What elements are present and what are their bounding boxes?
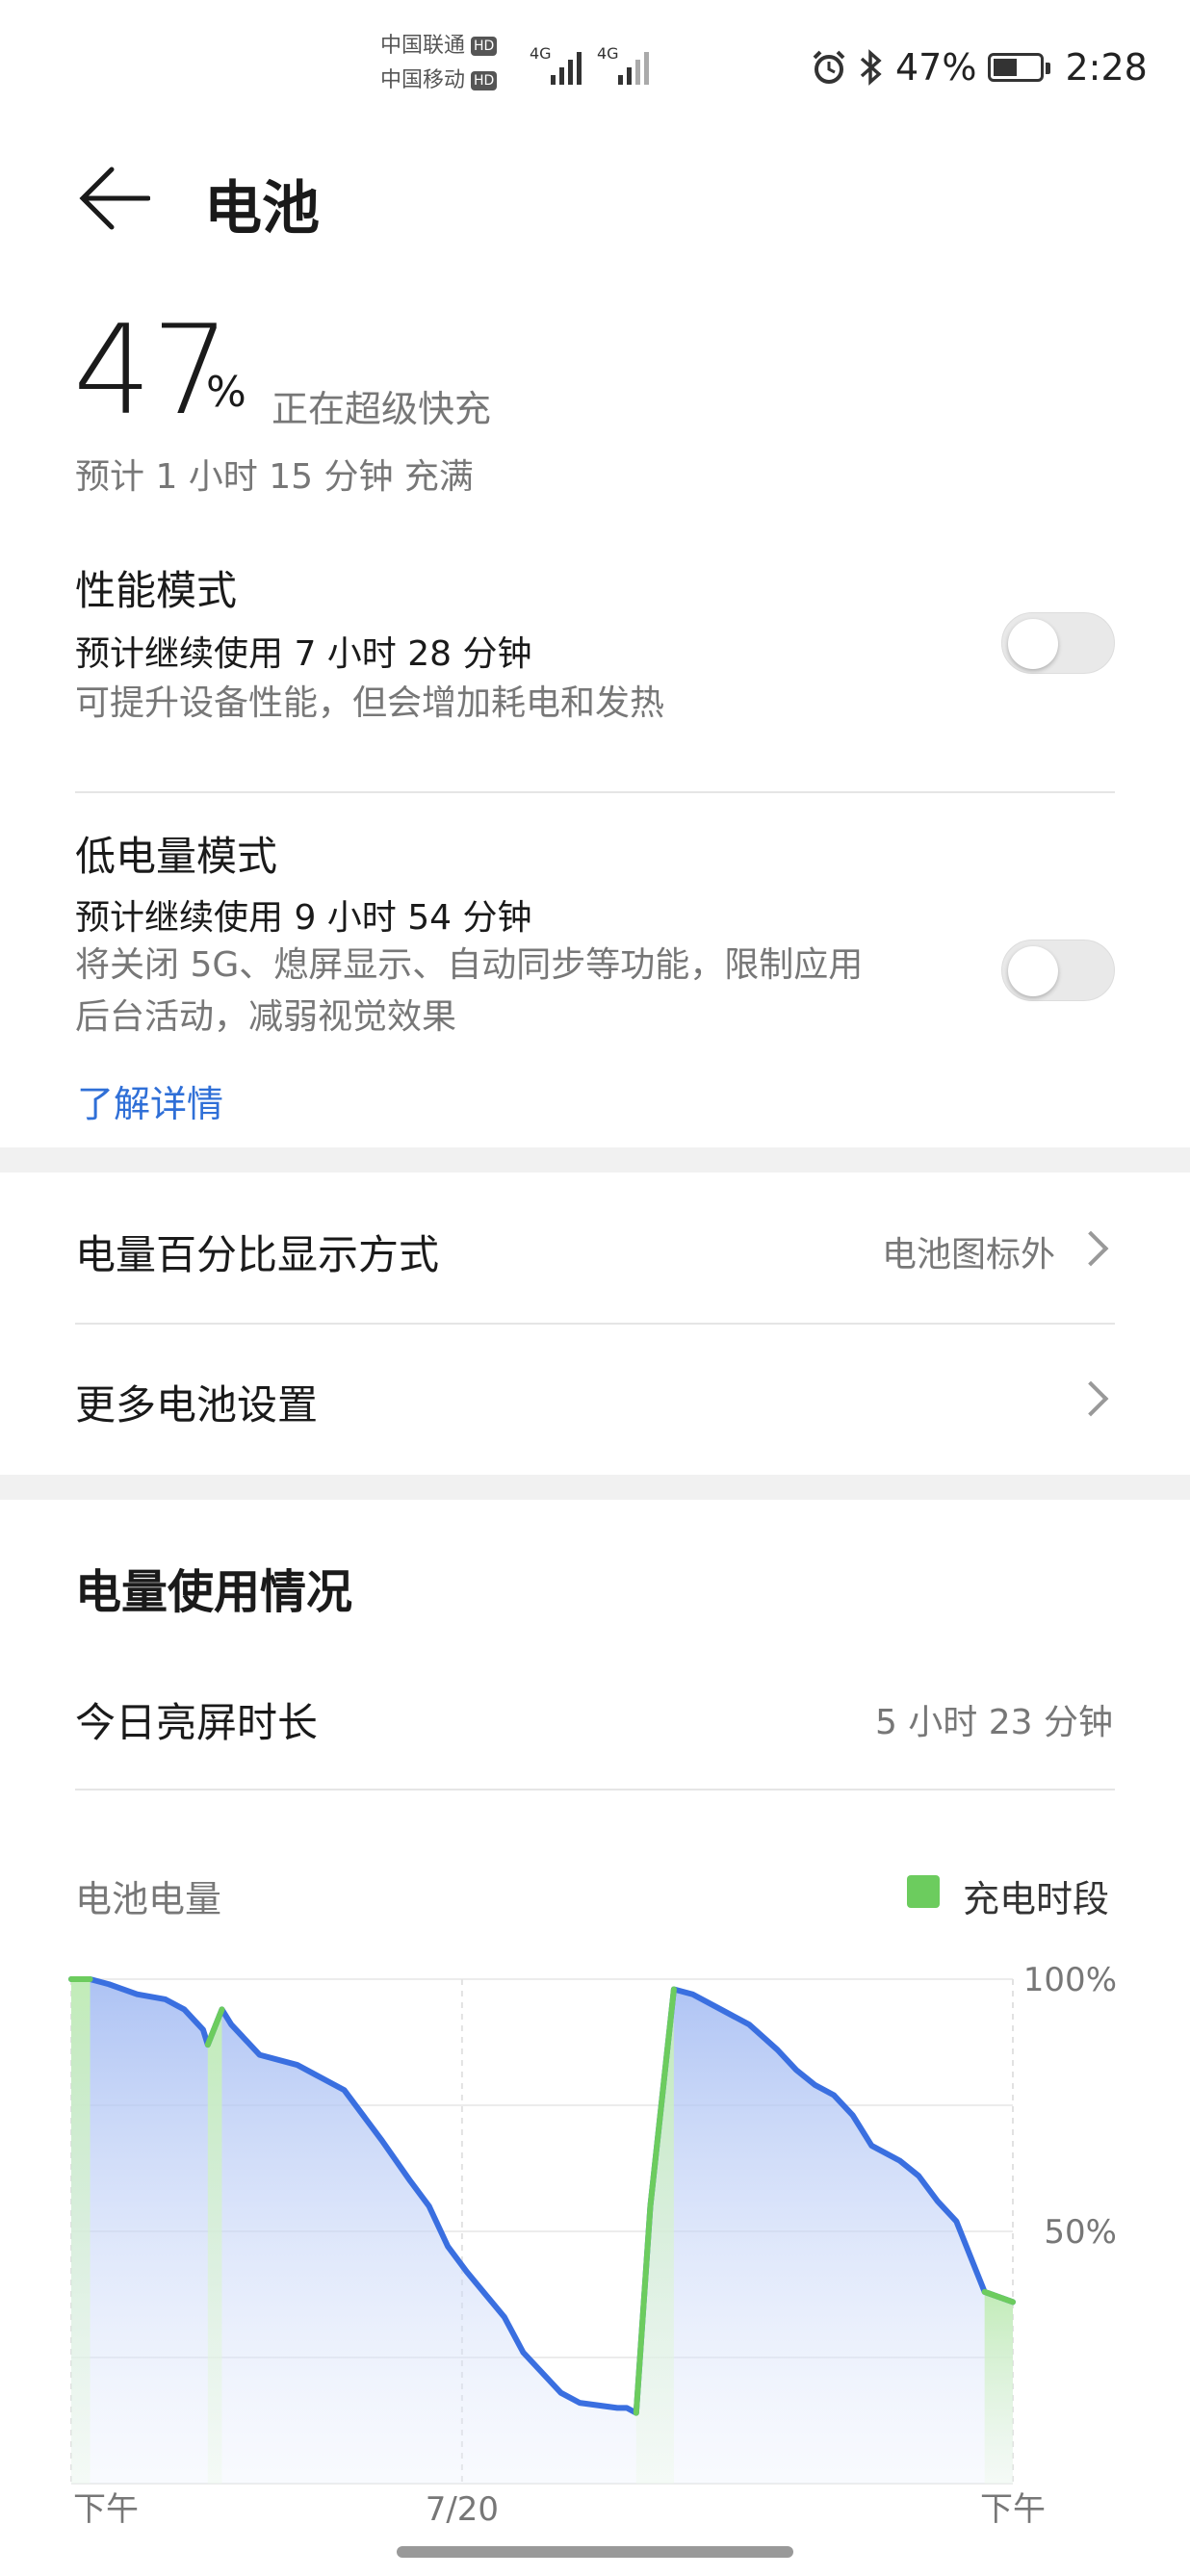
x-tick-label: 下午 <box>980 2490 1046 2529</box>
section-gap <box>0 1147 1190 1172</box>
more-battery-settings-row[interactable]: 更多电池设置 <box>0 1325 1190 1473</box>
performance-mode-description: 可提升设备性能，但会增加耗电和发热 <box>75 683 665 723</box>
percent-unit: % <box>206 368 246 417</box>
screen-time-value: 5 小时 23 分钟 <box>874 1703 1113 1742</box>
performance-mode-row[interactable]: 性能模式 预计继续使用 7 小时 28 分钟 可提升设备性能，但会增加耗电和发热 <box>0 549 1190 741</box>
low-power-mode-toggle[interactable] <box>1001 940 1115 1001</box>
net-type-2: 4G <box>597 44 619 63</box>
more-battery-settings-label: 更多电池设置 <box>75 1381 319 1429</box>
low-power-mode-description-2: 后台活动，减弱视觉效果 <box>75 997 457 1037</box>
carrier-1: 中国联通 <box>380 34 466 58</box>
divider <box>75 791 1115 793</box>
chart-title: 电池电量 <box>75 1878 222 1920</box>
low-power-mode-title: 低电量模式 <box>75 833 278 880</box>
back-arrow-icon[interactable] <box>77 166 150 231</box>
page-title: 电池 <box>204 175 320 243</box>
percentage-display-value: 电池图标外 <box>881 1235 1055 1275</box>
charging-band <box>207 2009 222 2484</box>
charging-status: 正在超级快充 <box>272 388 492 430</box>
legend-swatch <box>907 1875 940 1908</box>
x-tick-label: 7/20 <box>426 2490 499 2529</box>
hd-badge-1: HD <box>471 37 498 56</box>
status-time: 2:28 <box>1065 46 1148 89</box>
y-tick-label: 50% <box>1044 2213 1117 2252</box>
alarm-icon <box>813 50 845 84</box>
net-type-1: 4G <box>530 44 552 63</box>
x-tick-label: 下午 <box>73 2490 139 2529</box>
carrier-info: 中国联通 HD 中国移动 HD <box>380 29 498 98</box>
charging-band <box>984 2291 1013 2484</box>
usage-section-title: 电量使用情况 <box>75 1565 353 1619</box>
divider <box>75 1789 1115 1790</box>
low-power-mode-estimate: 预计继续使用 9 小时 54 分钟 <box>75 898 532 938</box>
home-indicator[interactable] <box>397 2546 793 2558</box>
chevron-right-icon <box>1073 1380 1109 1417</box>
low-power-mode-description-1: 将关闭 5G、熄屏显示、自动同步等功能，限制应用 <box>75 945 864 985</box>
battery-chart: 100% 50% 下午 7/20 下午 <box>68 1961 1117 2529</box>
performance-mode-title: 性能模式 <box>75 567 238 614</box>
percentage-display-row[interactable]: 电量百分比显示方式 电池图标外 <box>0 1172 1190 1323</box>
performance-mode-estimate: 预计继续使用 7 小时 28 分钟 <box>75 634 532 674</box>
charge-estimate: 预计 1 小时 15 分钟 充满 <box>75 457 474 497</box>
carrier-2: 中国移动 <box>380 68 466 92</box>
battery-charging-icon <box>988 53 1051 82</box>
chevron-right-icon <box>1073 1230 1109 1267</box>
status-right: 47% 2:28 <box>811 39 1148 96</box>
hd-badge-2: HD <box>471 71 498 90</box>
status-battery-percent: 47% <box>895 46 977 89</box>
y-tick-label: 100% <box>1023 1961 1117 1999</box>
learn-more-link[interactable]: 了解详情 <box>77 1074 223 1127</box>
performance-mode-toggle[interactable] <box>1001 612 1115 674</box>
signal-icon-2 <box>618 46 649 85</box>
section-gap <box>0 1475 1190 1500</box>
bluetooth-icon <box>860 49 882 86</box>
legend-label: 充电时段 <box>963 1878 1110 1920</box>
charging-band <box>71 1979 91 2484</box>
screen-time-label: 今日亮屏时长 <box>75 1699 319 1746</box>
signal-icon-1 <box>551 46 582 85</box>
percentage-display-label: 电量百分比显示方式 <box>75 1231 440 1278</box>
